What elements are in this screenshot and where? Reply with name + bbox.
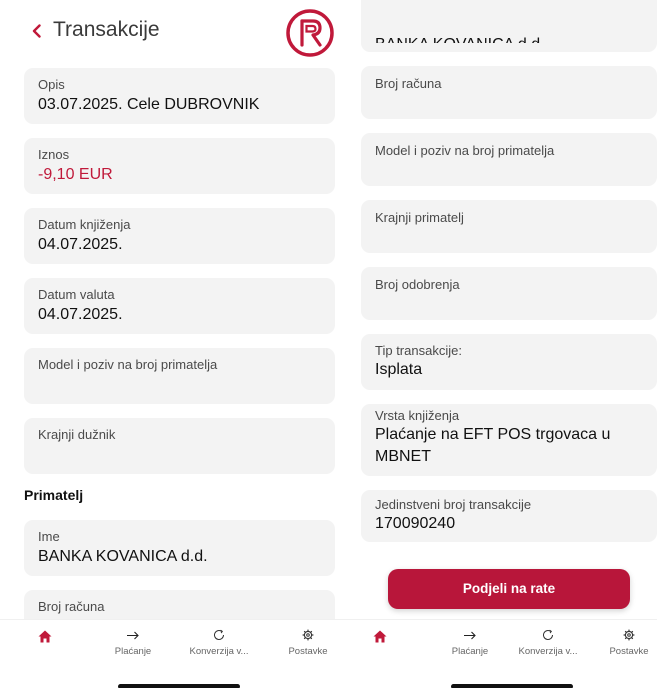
gear-icon xyxy=(623,629,635,641)
ultimate-debtor-card: Krajnji dužnik xyxy=(24,418,335,474)
card-label: Broj računa xyxy=(38,599,105,614)
unique-transaction-id-card: Jedinstveni broj transakcije 170090240 xyxy=(361,490,657,542)
card-label: Iznos xyxy=(38,147,70,162)
card-label: Krajnji primatelj xyxy=(375,210,464,225)
card-label: Tip transakcije: xyxy=(375,343,462,358)
recipient-reference-card: Model i poziv na broj primatelja xyxy=(24,348,335,404)
split-into-installments-button[interactable]: Podjeli na rate xyxy=(388,569,630,609)
home-icon xyxy=(373,630,387,643)
recipient-name-card-partial: BANKA KOVANICA d.d. xyxy=(361,0,657,52)
card-value: 04.07.2025. xyxy=(38,236,123,253)
gear-icon xyxy=(302,629,314,641)
booking-date-card: Datum knjiženja 04.07.2025. xyxy=(24,208,335,264)
tab-home[interactable] xyxy=(28,620,62,672)
home-indicator xyxy=(118,684,240,688)
recipient-reference-card: Model i poziv na broj primatelja xyxy=(361,133,657,186)
card-label: Model i poziv na broj primatelja xyxy=(375,143,555,158)
split-button-label: Podjeli na rate xyxy=(462,581,556,596)
bottom-tab-bar: Plaćanje Konverzija v... Postavke xyxy=(0,619,346,671)
card-value: Plaćanje na EFT POS trgovaca u xyxy=(375,426,611,443)
card-label: Datum valuta xyxy=(38,287,115,302)
back-chevron-icon[interactable] xyxy=(32,24,41,38)
recipient-name-card: Ime BANKA KOVANICA d.d. xyxy=(24,520,335,576)
value-date-card: Datum valuta 04.07.2025. xyxy=(24,278,335,334)
tab-payments[interactable]: Plaćanje xyxy=(437,620,503,672)
header: Transakcije xyxy=(0,0,346,62)
home-indicator xyxy=(451,684,573,688)
tab-settings[interactable]: Postavke xyxy=(601,620,657,672)
card-value: BANKA KOVANICA d.d. xyxy=(38,548,208,565)
refresh-icon xyxy=(543,629,554,641)
tab-payments[interactable]: Plaćanje xyxy=(100,620,166,672)
card-label: Broj odobrenja xyxy=(375,277,460,292)
card-label: Krajnji dužnik xyxy=(38,427,116,442)
description-card: Opis 03.07.2025. Cele DUBROVNIK xyxy=(24,68,335,124)
amount-value: -9,10 EUR xyxy=(38,166,113,183)
ultimate-recipient-card: Krajnji primatelj xyxy=(361,200,657,253)
transaction-details-screen-left: Transakcije Opis 03.07.2025. Cele DUBROV… xyxy=(0,0,346,688)
transaction-details-screen-right: BANKA KOVANICA d.d. Broj računa Model i … xyxy=(346,0,657,688)
tab-settings[interactable]: Postavke xyxy=(280,620,336,672)
arrow-right-icon xyxy=(127,631,139,640)
card-value: 03.07.2025. Cele DUBROVNIK xyxy=(38,96,260,113)
card-value-line2: MBNET xyxy=(375,448,431,465)
refresh-icon xyxy=(214,629,225,641)
arrow-right-icon xyxy=(464,631,476,640)
card-value: 170090240 xyxy=(375,515,456,532)
tab-label: Konverzija v... xyxy=(518,646,578,657)
bottom-tab-bar: Plaćanje Konverzija v... Postavke xyxy=(346,619,657,671)
bank-logo-icon xyxy=(286,9,334,57)
booking-type-card: Vrsta knjiženja Plaćanje na EFT POS trgo… xyxy=(361,404,657,476)
tab-label: Postavke xyxy=(609,646,649,657)
card-value: 04.07.2025. xyxy=(38,306,123,323)
page-title: Transakcije xyxy=(53,18,160,41)
tab-label: Postavke xyxy=(288,646,328,657)
card-label: Model i poziv na broj primatelja xyxy=(38,357,218,372)
home-icon xyxy=(38,630,52,643)
card-label: Datum knjiženja xyxy=(38,217,131,232)
amount-card: Iznos -9,10 EUR xyxy=(24,138,335,194)
tab-home[interactable] xyxy=(363,620,397,672)
card-label: Vrsta knjiženja xyxy=(375,408,460,423)
card-label: Ime xyxy=(38,529,60,544)
card-value: Isplata xyxy=(375,361,423,378)
card-label: Opis xyxy=(38,77,65,92)
tab-conversion[interactable]: Konverzija v... xyxy=(176,620,262,672)
tab-conversion[interactable]: Konverzija v... xyxy=(503,620,593,672)
approval-number-card: Broj odobrenja xyxy=(361,267,657,320)
recipient-section-title: Primatelj xyxy=(24,487,84,503)
card-label: Broj računa xyxy=(375,76,442,91)
recipient-account-card: Broj računa xyxy=(361,66,657,119)
transaction-type-card: Tip transakcije: Isplata xyxy=(361,334,657,390)
card-value: BANKA KOVANICA d.d. xyxy=(375,33,545,43)
tab-label: Plaćanje xyxy=(451,646,489,657)
tab-label: Konverzija v... xyxy=(189,646,249,657)
tab-label: Plaćanje xyxy=(114,646,152,657)
card-label: Jedinstveni broj transakcije xyxy=(375,497,532,512)
